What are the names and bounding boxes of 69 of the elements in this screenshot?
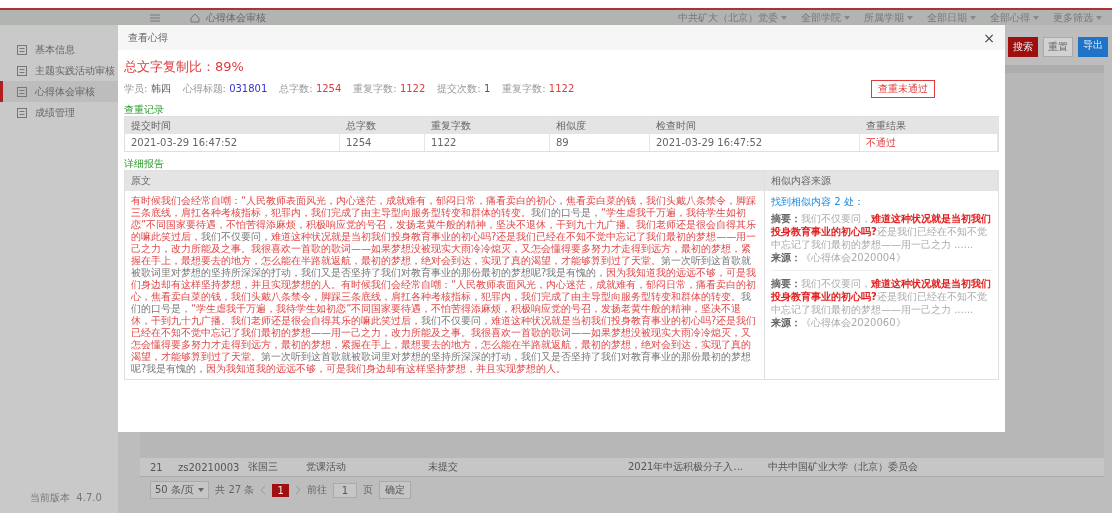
column-header: 检查时间 (650, 117, 860, 134)
list-icon (17, 86, 27, 97)
sidebar-item[interactable]: 心得体会审核 (0, 81, 118, 102)
table-cell-text: 中共中国矿业大学（北京）委员会 (768, 460, 919, 474)
total-count: 共 27 条 (215, 483, 255, 497)
table-cell-text: zs20210003 (178, 461, 241, 473)
page-number[interactable]: 1 (272, 483, 289, 497)
table-cell: 2021-03-29 16:47:52 (125, 134, 340, 151)
section-title: 详细报告 (124, 158, 165, 170)
caret-icon (1033, 15, 1039, 20)
table-cell-text: 21 (150, 461, 164, 473)
table-cell: 2021-03-29 16:47:52 (650, 134, 860, 151)
version-label: 当前版本 4.7.0 (29, 491, 103, 505)
table-cell-text: 2021年中远积极分子入... (628, 460, 744, 474)
match-count: 找到相似内容 2 处： (771, 195, 865, 209)
page-size-select[interactable]: 50 条/页 (150, 481, 210, 499)
next-icon[interactable] (294, 485, 301, 495)
table-row[interactable]: 21 zs20210003 张国三 党课活动 未提交 2021年中远积极分子入... 中共中国矿业大学（北京）委员会 (140, 458, 1104, 477)
column-header: 查重结果 (860, 117, 998, 134)
sidebar-item[interactable]: 基本信息 (0, 39, 118, 60)
toolbar-button[interactable]: 导出 (1078, 37, 1108, 57)
column-header: 重复字数 (425, 117, 550, 134)
info-field: 总字数: 1254 (279, 82, 342, 96)
column-header: 相似度 (550, 117, 650, 134)
match-source: 来源：《心得体会2020004》 (771, 251, 907, 264)
sidebar-item[interactable]: 成绩管理 (0, 102, 118, 123)
list-icon (17, 65, 27, 76)
caret-icon (781, 15, 787, 20)
essay-text: 有时候我们会经常自嘲：“人民教师表面风光，内心迷茫，成就难有，郁闷日常，痛看卖白的初心，焦看卖白菜的钱，我们头戴八条禁令，脚踩三条底线，肩扛各种考核指标，犯罪内，我们完成了由主导型向服务型转变和群体的转变。我们的口号是，“学生虐我千万遍，我待学生如初恋”不同国家要待遇，不怕苦得添麻烦，积极响应党的号召，发扬老黄牛般的精神，坚决不退休，干到九十九广播。我们老师还是很会自得其乐的嘛此笑过后，我们不仅要问，难道这种状况就是当初我们投身教育事业的初心吗?还是我们已经在不知不觉中忘记了我们最初的梦想——用一己之力，改力所能及之事。我很喜欢一首歌的歌词——如果梦想没被现实大雨冷冷熄灭，又怎会懂得要多努力才走得到远方，最初的梦想，紧握在手上，最想要去的地方，怎么能在半路就返航，最初的梦想，绝对会到达，实现了真的渴望，才能够算到过了天堂。第一次听到这首歌就被歌词里对梦想的坚持所深深的打动，我们又是否坚持了我们对教育事业的那份最初的梦想呢?我是有愧的，因为我知道我的远远不够，可是我们身边却有这样坚持梦想，并且实现梦想的人。有时候我们会经常自嘲：“人民教师表面风光，内心迷茫，成就难有，郁闷日常，痛看卖白的初心，焦看卖白菜的钱，我们头戴八条禁令，脚踩三条底线，肩扛各种考核指标，犯罪内，我们完成了由主导型向服务型转变和群体的转变。我们的口号是，“学生虐我千万遍，我待学生如初恋”不同国家要待遇，不怕苦得添麻烦，积极响应党的号召，发扬老黄牛般的精神，坚决不退休，干到九十九广播。我们老师还是很会自得其乐的嘛此笑过后，我们不仅要问，难道这种状况就是当初我们投身教育事业的初心吗?还是我们已经在不知不觉中忘记了我们最初的梦想——用一己之力，改力所能及之事。我很喜欢一首歌的歌词——如果梦想没被现实大雨冷冷熄灭，又怎会懂得要多努力才走得到远方，最初的梦想，紧握在手上，最想要去的地方，怎么能在半路就返航，最初的梦想，绝对会到达，实现了真的渴望，才能够算到过了天堂。第一次听到这首歌就被歌词里对梦想的坚持所深深的打动，我们又是否坚持了我们对教育事业的那份最初的梦想呢?我是有愧的，因为我知道我的远远不够，可是我们身边却有这样坚持梦想，并且实现梦想的人。 (131, 195, 758, 375)
confirm-button[interactable]: 确定 (379, 481, 412, 499)
table-cell: 1254 (340, 134, 425, 151)
info-field: 重复字数: 1122 (502, 82, 575, 96)
toolbar-button[interactable]: 重置 (1043, 37, 1073, 57)
table-cell: 89 (550, 134, 650, 151)
menu-icon[interactable] (150, 13, 160, 22)
column-header: 总字数 (340, 117, 425, 134)
goto-label: 前往 (306, 483, 327, 497)
previous-icon[interactable] (260, 485, 267, 495)
copy-ratio: 总文字复制比：89% (124, 58, 245, 76)
page-title: 心得体会审核 (206, 10, 266, 25)
table-cell-text: 未提交 (428, 460, 459, 474)
page-unit: 页 (363, 483, 374, 497)
list-icon (17, 44, 27, 55)
column-header: 提交时间 (125, 117, 340, 134)
status-tag: 查重未通过 (871, 80, 935, 98)
section-title: 查重记录 (124, 104, 165, 116)
table-cell-text: 党课活动 (306, 460, 347, 474)
caret-icon (970, 15, 976, 20)
sidebar-item[interactable]: 主题实践活动审核 (0, 60, 118, 81)
toolbar-button[interactable]: 搜索 (1008, 37, 1038, 57)
result-cell: 不通过 (860, 134, 998, 151)
table-cell-text: 张国三 (248, 460, 279, 474)
page-input[interactable]: 1 (332, 482, 358, 498)
house-icon (190, 12, 200, 23)
match-source: 来源：《心得体会2020060》 (771, 316, 907, 329)
info-field: 学员: 韩四 (124, 82, 171, 96)
column-header: 相似内容来源 (765, 171, 998, 191)
column-header: 原文 (125, 171, 765, 191)
info-field: 重复字数: 1122 (353, 82, 426, 96)
caret-icon (844, 15, 850, 20)
close-button[interactable]: × (983, 30, 995, 45)
info-field: 心得标题: 031801 (182, 82, 268, 96)
caret-icon (1096, 15, 1102, 20)
caret-icon (907, 15, 913, 20)
table-cell: 1122 (425, 134, 550, 151)
list-icon (17, 107, 27, 118)
dialog-title: 查看心得 (128, 30, 168, 45)
info-field: 提交次数: 1 (437, 82, 491, 96)
caret-icon (198, 488, 205, 492)
